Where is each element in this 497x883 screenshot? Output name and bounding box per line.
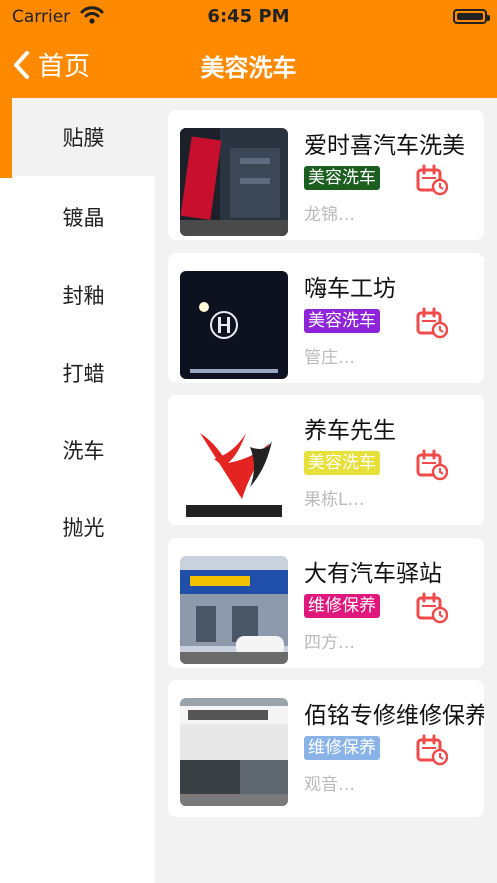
sidebar-item-dala[interactable]: 打蜡 <box>12 334 155 412</box>
shop-card[interactable]: 嗨车工坊 美容洗车 管庄… <box>168 253 484 383</box>
calendar-icon[interactable] <box>416 592 448 624</box>
shop-address: 管庄… <box>304 348 355 368</box>
clock: 6:45 PM <box>207 6 290 27</box>
category-sidebar: 贴膜 镀晶 封釉 打蜡 洗车 抛光 <box>0 98 155 883</box>
shop-card[interactable]: 养车先生 美容洗车 果栋L… <box>168 395 484 525</box>
shop-name: 大有汽车驿站 <box>304 561 442 587</box>
service-tag: 美容洗车 <box>304 451 380 475</box>
shop-name: 爱时喜汽车洗美 <box>304 133 465 159</box>
service-tag: 维修保养 <box>304 594 380 618</box>
shop-thumbnail <box>180 556 288 664</box>
shop-thumbnail <box>180 413 288 521</box>
shop-address: 四方… <box>304 633 355 653</box>
sidebar-item-tiemo[interactable]: 贴膜 <box>12 98 155 176</box>
shop-name: 嗨车工坊 <box>304 276 396 302</box>
sidebar-item-dujing[interactable]: 镀晶 <box>12 178 155 256</box>
sidebar-item-label: 封釉 <box>62 284 105 308</box>
service-tag: 美容洗车 <box>304 166 380 190</box>
shop-thumbnail <box>180 271 288 379</box>
shop-card[interactable]: 大有汽车驿站 维修保养 四方… <box>168 538 484 668</box>
shop-name: 养车先生 <box>304 418 396 444</box>
shop-card[interactable]: 爱时喜汽车洗美 美容洗车 龙锦… <box>168 110 484 240</box>
shop-name: 佰铭专修维修保养 <box>304 703 484 729</box>
service-tag: 维修保养 <box>304 736 380 760</box>
sidebar-item-label: 贴膜 <box>62 126 105 150</box>
sidebar-item-xiche[interactable]: 洗车 <box>12 411 155 489</box>
battery-icon <box>453 9 490 24</box>
nav-bar: 首页 美容洗车 <box>0 34 497 98</box>
page-title: 美容洗车 <box>200 54 297 82</box>
calendar-icon[interactable] <box>416 164 448 196</box>
calendar-icon[interactable] <box>416 449 448 481</box>
service-tag: 美容洗车 <box>304 309 380 333</box>
shop-thumbnail <box>180 128 288 236</box>
status-bar: Carrier 6:45 PM <box>0 0 497 34</box>
sidebar-item-paoguang[interactable]: 抛光 <box>12 488 155 566</box>
shop-thumbnail <box>180 698 288 806</box>
sidebar-item-label: 打蜡 <box>62 362 105 386</box>
shop-address: 龙锦… <box>304 205 355 225</box>
calendar-icon[interactable] <box>416 734 448 766</box>
sidebar-item-fengyou[interactable]: 封釉 <box>12 256 155 334</box>
active-indicator <box>0 98 12 178</box>
calendar-icon[interactable] <box>416 307 448 339</box>
shop-address: 果栋L… <box>304 490 365 510</box>
sidebar-item-label: 镀晶 <box>62 206 105 230</box>
sidebar-item-label: 抛光 <box>62 516 105 540</box>
sidebar-item-label: 洗车 <box>62 439 105 463</box>
shop-address: 观音… <box>304 775 355 795</box>
shop-card[interactable]: 佰铭专修维修保养 维修保养 观音… <box>168 680 484 817</box>
